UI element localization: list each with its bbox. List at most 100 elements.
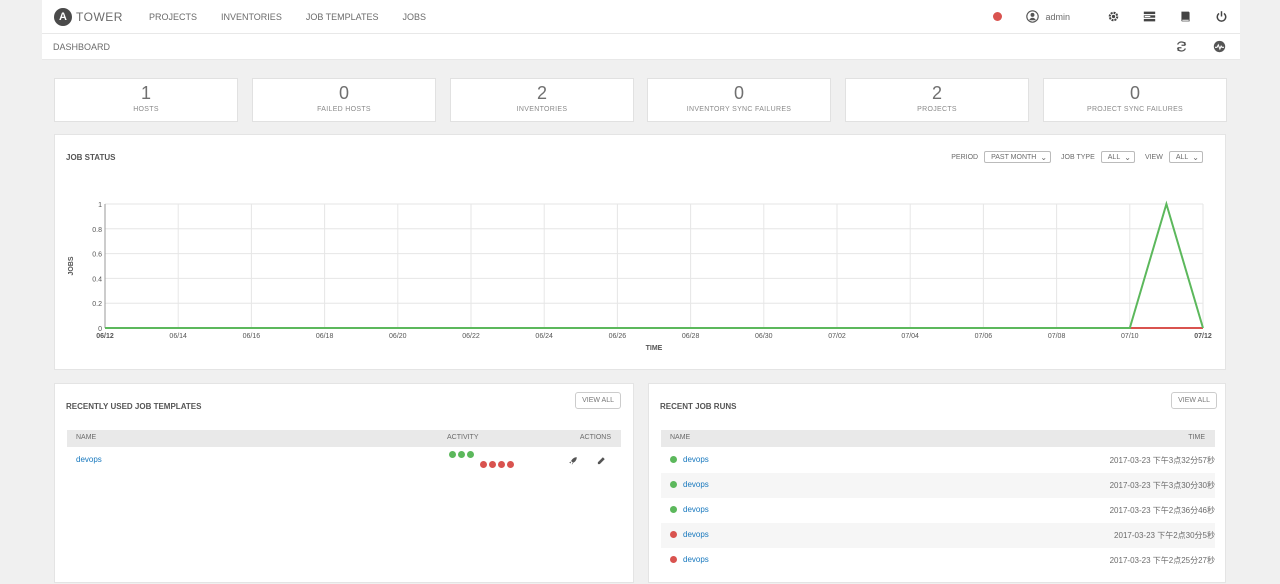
- activity-stream-button[interactable]: [1212, 40, 1226, 54]
- success-series-line: [105, 200, 1204, 329]
- edit-pencil-icon[interactable]: [596, 456, 606, 466]
- socket-status-indicator[interactable]: [993, 12, 1003, 21]
- x-tick-label: 07/10: [1121, 333, 1139, 340]
- x-tick-label: 07/12: [1194, 333, 1212, 340]
- book-icon: [1180, 11, 1190, 22]
- job-status-title: JOB STATUS: [66, 153, 116, 162]
- launch-rocket-icon[interactable]: [568, 456, 578, 466]
- activity-failed-dot[interactable]: [507, 461, 514, 468]
- count-tile-project-sync-failures[interactable]: 0 PROJECT SYNC FAILURES: [1043, 78, 1227, 122]
- y-tick-label: 0.4: [92, 276, 102, 283]
- count-value: 0: [338, 83, 349, 103]
- activity-failed-dot[interactable]: [498, 461, 505, 468]
- x-tick-label: 06/22: [462, 333, 480, 340]
- job-run-row: devops 2017-03-23 下午3点32分57秒: [661, 448, 1215, 473]
- job-run-time: 2017-03-23 下午2点36分46秒: [1109, 506, 1215, 515]
- count-tile-inventories[interactable]: 2 INVENTORIES: [450, 78, 634, 122]
- count-label: PROJECTS: [917, 106, 957, 113]
- activity-failed-dot[interactable]: [480, 461, 487, 468]
- breadcrumb: DASHBOARD: [42, 34, 1240, 60]
- nav-link-job-templates[interactable]: JOB TEMPLATES: [306, 12, 379, 22]
- view-select[interactable]: ALL ⌄: [1168, 151, 1203, 163]
- templates-table-header: NAME ACTIVITY ACTIONS: [67, 430, 621, 447]
- column-header-name: NAME: [76, 434, 97, 441]
- count-label: INVENTORIES: [516, 106, 568, 113]
- column-header-actions: ACTIONS: [579, 434, 611, 441]
- column-header-name: NAME: [670, 434, 691, 441]
- chevron-down-icon: ⌄: [1192, 152, 1199, 162]
- job-run-name-link[interactable]: devops: [683, 530, 709, 539]
- refresh-icon: [1176, 41, 1186, 52]
- status-success-icon: [670, 506, 677, 513]
- user-icon: [1026, 10, 1040, 23]
- job-run-name-link[interactable]: devops: [683, 455, 709, 464]
- top-navbar: A TOWER PROJECTS INVENTORIES JOB TEMPLAT…: [42, 0, 1240, 34]
- portal-mode-button[interactable]: [1142, 10, 1156, 24]
- x-tick-label: 06/14: [169, 333, 187, 340]
- nav-link-jobs[interactable]: JOBS: [403, 12, 427, 22]
- count-tile-projects[interactable]: 2 PROJECTS: [845, 78, 1029, 122]
- status-success-icon: [670, 456, 677, 463]
- view-all-templates-button[interactable]: VIEW ALL: [575, 392, 621, 409]
- y-tick-label: 0.2: [92, 301, 102, 308]
- y-tick-label: 0.6: [92, 252, 102, 259]
- activity-stream-icon: [1213, 40, 1225, 53]
- chevron-down-icon: ⌄: [1040, 152, 1048, 162]
- y-tick-label: 1: [98, 202, 102, 209]
- count-label: HOSTS: [133, 106, 159, 113]
- breadcrumb-dashboard: DASHBOARD: [53, 41, 111, 52]
- activity-failed-dot[interactable]: [489, 461, 496, 468]
- view-all-runs-button[interactable]: VIEW ALL: [1171, 392, 1217, 409]
- job-type-value: ALL: [1107, 153, 1121, 161]
- count-tile-failed-hosts[interactable]: 0 FAILED HOSTS: [252, 78, 436, 122]
- activity-success-dot[interactable]: [467, 451, 474, 458]
- job-run-time: 2017-03-23 下午3点30分30秒: [1109, 481, 1215, 490]
- job-status-filters: PERIOD PAST MONTH ⌄ JOB TYPE ALL ⌄ VIEW AL…: [941, 151, 1203, 163]
- count-value: 2: [931, 83, 942, 103]
- nav-right: admin: [993, 10, 1228, 24]
- column-header-time: TIME: [1188, 434, 1205, 441]
- job-type-select[interactable]: ALL ⌄: [1100, 151, 1135, 163]
- logout-button[interactable]: [1214, 10, 1228, 24]
- job-run-name-link[interactable]: devops: [683, 555, 709, 564]
- tower-logo-icon: A: [54, 7, 72, 26]
- x-tick-label: 06/12: [96, 333, 114, 340]
- count-tile-hosts[interactable]: 1 HOSTS: [54, 78, 238, 122]
- power-icon: [1216, 11, 1226, 22]
- refresh-button[interactable]: [1174, 40, 1188, 54]
- job-run-row: devops 2017-03-23 下午2点30分5秒: [661, 523, 1215, 548]
- x-tick-label: 06/18: [316, 333, 334, 340]
- job-status-panel: 0 0.2 0.4 0.6 0.8 1 06/12 06/14 06/16 06/18 06/20 0…: [54, 134, 1226, 370]
- brand[interactable]: A TOWER: [54, 7, 123, 26]
- period-label: PERIOD: [951, 153, 979, 161]
- x-tick-label: 06/26: [609, 333, 627, 340]
- y-axis-label: JOBS: [68, 256, 75, 275]
- activity-success-dot[interactable]: [458, 451, 465, 458]
- job-run-name-link[interactable]: devops: [683, 505, 709, 514]
- count-label: FAILED HOSTS: [317, 106, 371, 113]
- nav-links: PROJECTS INVENTORIES JOB TEMPLATES JOBS: [137, 12, 438, 22]
- count-label: INVENTORY SYNC FAILURES: [686, 106, 792, 113]
- nav-link-projects[interactable]: PROJECTS: [149, 12, 197, 22]
- documentation-button[interactable]: [1178, 10, 1192, 24]
- breadcrumb-actions: [1150, 40, 1226, 54]
- period-select[interactable]: PAST MONTH ⌄: [984, 151, 1052, 163]
- activity-success-dot[interactable]: [449, 451, 456, 458]
- recent-runs-title: RECENT JOB RUNS: [660, 402, 737, 411]
- job-run-time: 2017-03-23 下午3点32分57秒: [1109, 456, 1215, 465]
- gear-icon: [1108, 11, 1118, 22]
- nav-link-inventories[interactable]: INVENTORIES: [221, 12, 282, 22]
- job-run-name-link[interactable]: devops: [683, 480, 709, 489]
- count-tile-inventory-sync-failures[interactable]: 0 INVENTORY SYNC FAILURES: [647, 78, 831, 122]
- period-value: PAST MONTH: [991, 153, 1037, 161]
- settings-button[interactable]: [1106, 10, 1120, 24]
- x-tick-label: 06/16: [243, 333, 261, 340]
- x-tick-label: 07/08: [1048, 333, 1066, 340]
- x-tick-label: 06/20: [389, 333, 407, 340]
- count-value: 2: [536, 83, 547, 103]
- user-menu[interactable]: admin: [1026, 10, 1070, 23]
- recent-job-templates-panel: RECENTLY USED JOB TEMPLATES VIEW ALL NAM…: [54, 383, 634, 583]
- template-name-link[interactable]: devops: [76, 455, 102, 464]
- view-value: ALL: [1175, 153, 1189, 161]
- recent-job-runs-panel: RECENT JOB RUNS VIEW ALL NAME TIME devop…: [648, 383, 1226, 583]
